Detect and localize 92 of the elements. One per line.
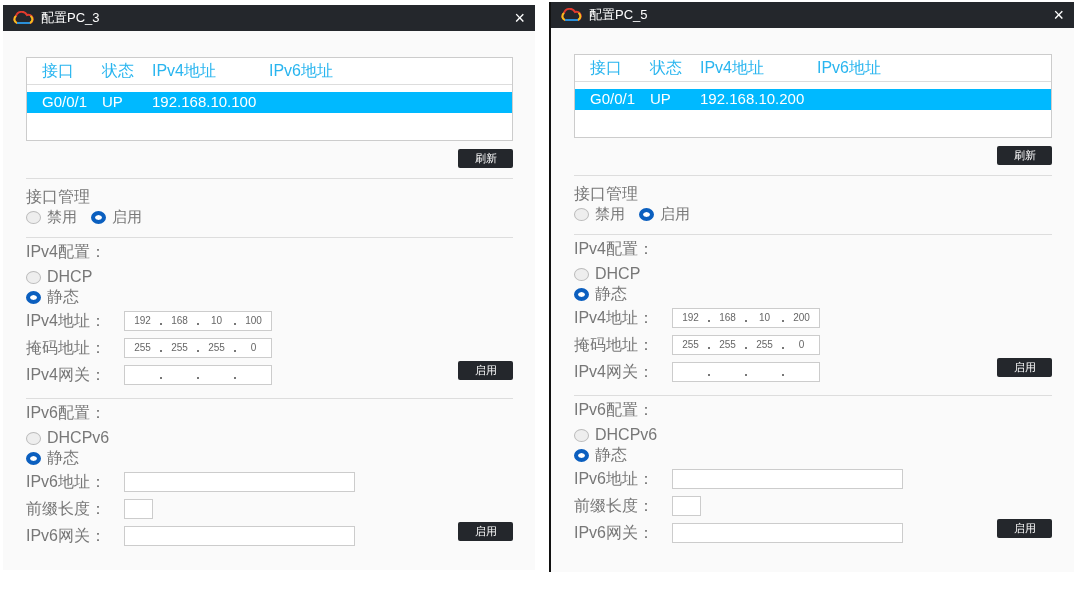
apply-button[interactable]: 启用 [458,522,513,541]
close-button[interactable]: × [1053,6,1064,24]
radio-button[interactable] [574,287,589,301]
refresh-button[interactable]: 刷新 [997,146,1052,165]
column-header: IPv6地址 [817,58,881,78]
ip-address-field[interactable]: 255 255 255 0 [124,337,272,358]
column-header: IPv4地址 [700,58,765,78]
ip-address-field[interactable]: 255 255 255 0 [672,334,820,355]
column-header: 状态 [650,58,683,78]
input-field[interactable] [672,522,903,543]
field-label: 掩码地址： [26,337,107,358]
dot-separator [708,346,710,349]
section-heading: IPv6配置： [26,403,107,423]
dot-separator [234,349,236,352]
dot-separator [160,376,162,379]
radio-button[interactable] [26,270,41,284]
radio-button[interactable] [574,428,589,442]
radio-button[interactable] [26,210,41,224]
input-field[interactable] [672,468,903,489]
cloud-icon [11,11,35,25]
dot-separator [782,346,784,349]
dot-separator [197,322,199,325]
field-label: 掩码地址： [574,334,655,355]
radio-option[interactable]: 禁用 [574,204,625,224]
field-label: IPv4网关： [26,364,107,385]
apply-button[interactable]: 启用 [997,519,1052,538]
radio-button[interactable] [91,210,106,224]
column-header: 接口 [590,58,623,78]
radio-button[interactable] [26,431,41,445]
ip-address-field[interactable]: 192 168 10 200 [672,307,820,328]
input-field[interactable] [124,525,355,546]
window-title: 配置PC_5 [589,6,649,25]
field-label: IPv6网关： [26,525,107,546]
refresh-button[interactable]: 刷新 [458,149,513,168]
ip-address-field[interactable] [124,364,272,385]
dot-separator [782,373,784,376]
field-label: IPv4地址： [26,310,107,331]
field-label: IPv6网关： [574,522,655,543]
dot-separator [160,349,162,352]
section-heading: IPv4配置： [574,239,655,259]
dot-separator [745,373,747,376]
radio-option[interactable]: 启用 [91,207,142,227]
radio-option[interactable]: DHCP [26,267,444,287]
apply-button[interactable]: 启用 [997,358,1052,377]
radio-option[interactable]: 禁用 [26,207,77,227]
radio-option[interactable]: DHCPv6 [574,425,983,445]
section-heading: IPv6配置： [574,400,655,420]
radio-option[interactable]: 静态 [574,445,983,465]
cloud-icon [559,8,583,22]
field-label: 前缀长度： [26,498,107,519]
radio-button[interactable] [574,448,589,462]
field-label: 前缀长度： [574,495,655,516]
input-field[interactable] [124,498,153,519]
dot-separator [745,319,747,322]
radio-button[interactable] [574,207,589,221]
radio-option[interactable]: 启用 [639,204,690,224]
ip-address-field[interactable] [672,361,820,382]
field-label: IPv6地址： [26,471,107,492]
dot-separator [197,349,199,352]
ip-address-field[interactable]: 192 168 10 100 [124,310,272,331]
dot-separator [782,319,784,322]
radio-option[interactable]: 静态 [26,448,444,468]
column-header: IPv4地址 [152,61,217,81]
dot-separator [708,373,710,376]
radio-button[interactable] [574,267,589,281]
input-field[interactable] [124,471,355,492]
section-heading: 接口管理 [26,187,91,207]
radio-option[interactable]: DHCPv6 [26,428,444,448]
dot-separator [197,376,199,379]
radio-option[interactable]: DHCP [574,264,983,284]
dot-separator [234,322,236,325]
field-label: IPv6地址： [574,468,655,489]
field-label: IPv4地址： [574,307,655,328]
dot-separator [160,322,162,325]
input-field[interactable] [672,495,701,516]
radio-button[interactable] [639,207,654,221]
column-header: 接口 [42,61,75,81]
dot-separator [745,346,747,349]
section-heading: IPv4配置： [26,242,107,262]
dot-separator [234,376,236,379]
window-title: 配置PC_3 [41,9,101,28]
column-header: 状态 [102,61,135,81]
field-label: IPv4网关： [574,361,655,382]
section-heading: 接口管理 [574,184,639,204]
radio-button[interactable] [26,290,41,304]
radio-button[interactable] [26,451,41,465]
apply-button[interactable]: 启用 [458,361,513,380]
dot-separator [708,319,710,322]
radio-option[interactable]: 静态 [574,284,983,304]
close-button[interactable]: × [514,9,525,27]
radio-option[interactable]: 静态 [26,287,444,307]
column-header: IPv6地址 [269,61,333,81]
